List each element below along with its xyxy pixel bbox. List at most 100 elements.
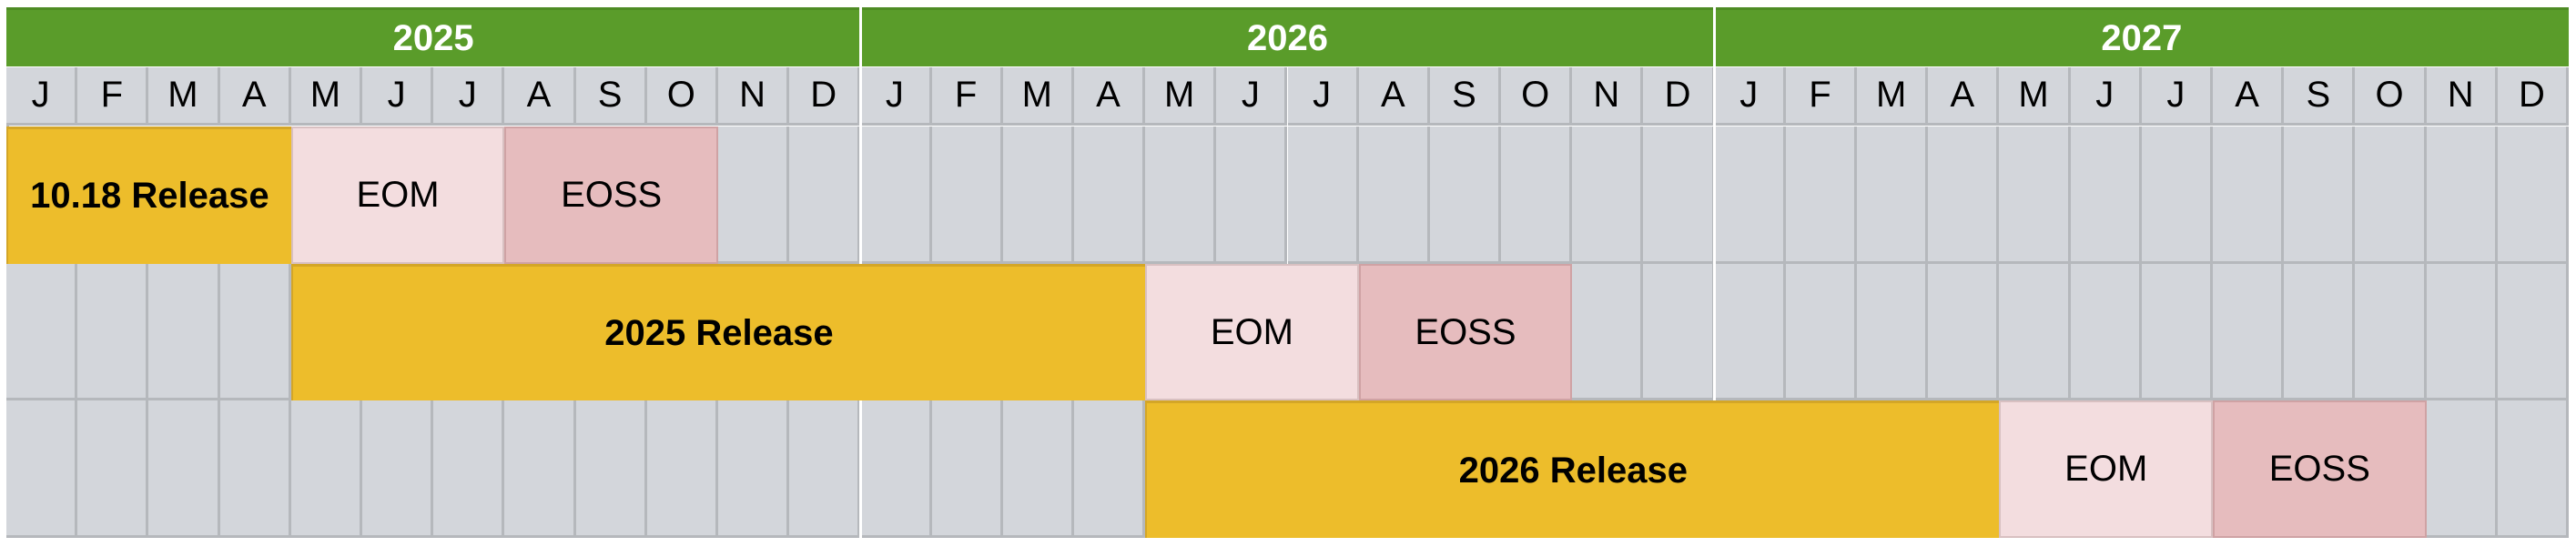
month-header: M bbox=[290, 67, 362, 126]
grid-cell bbox=[2070, 127, 2142, 264]
grid-cell bbox=[290, 400, 362, 539]
month-header: M bbox=[1999, 67, 2071, 126]
grid-cell bbox=[575, 400, 647, 539]
grid-cell bbox=[1073, 127, 1146, 264]
grid-cell bbox=[789, 127, 861, 264]
month-header: A bbox=[219, 67, 291, 126]
month-header: S bbox=[1429, 67, 1502, 126]
month-header: M bbox=[148, 67, 220, 126]
grid-cell bbox=[2070, 263, 2142, 401]
month-header: F bbox=[931, 67, 1003, 126]
grid-cell bbox=[77, 400, 149, 539]
month-header: A bbox=[1928, 67, 2000, 126]
grid-cell bbox=[1785, 263, 1858, 401]
grid-cell bbox=[931, 127, 1003, 264]
grid-cell bbox=[2213, 263, 2285, 401]
month-header: J bbox=[1714, 67, 1786, 126]
grid-cell bbox=[1002, 400, 1074, 539]
grid-cell bbox=[860, 127, 932, 264]
grid-cell bbox=[2426, 127, 2498, 264]
release-bar: 2026 Release bbox=[1145, 400, 2000, 539]
month-header: A bbox=[504, 67, 576, 126]
grid-cell bbox=[219, 400, 291, 539]
eoss-bar: EOSS bbox=[2213, 400, 2427, 539]
month-header: M bbox=[1857, 67, 1929, 126]
month-header: J bbox=[6, 67, 78, 126]
grid-cell bbox=[1999, 127, 2071, 264]
eoss-bar: EOSS bbox=[1358, 263, 1573, 401]
month-header: D bbox=[789, 67, 861, 126]
grid-cell bbox=[2284, 263, 2356, 401]
grid-cell bbox=[1785, 127, 1858, 264]
eom-bar: EOM bbox=[290, 127, 505, 264]
release-timeline-chart: 2025 J F M A M J J A S O N D 2026 J F M A M J J A S O N D 2027 J F M A… bbox=[6, 7, 2569, 539]
month-header: D bbox=[1643, 67, 1715, 126]
month-header: A bbox=[1358, 67, 1430, 126]
grid-cell bbox=[219, 263, 291, 401]
grid-cell bbox=[1857, 127, 1929, 264]
grid-cell bbox=[1928, 127, 2000, 264]
grid-cell bbox=[2426, 400, 2498, 539]
grid-cell bbox=[2355, 127, 2427, 264]
grid-cell bbox=[1073, 400, 1146, 539]
month-header: J bbox=[433, 67, 505, 126]
grid-cell bbox=[1287, 127, 1359, 264]
month-header: S bbox=[2284, 67, 2356, 126]
grid-cell bbox=[148, 400, 220, 539]
month-header: A bbox=[2213, 67, 2285, 126]
grid-cell bbox=[646, 400, 718, 539]
grid-cell bbox=[1857, 263, 1929, 401]
grid-cell bbox=[1145, 127, 1217, 264]
month-header: J bbox=[361, 67, 434, 126]
year-header: 2025 bbox=[6, 7, 861, 66]
grid-cell bbox=[717, 127, 790, 264]
grid-cell bbox=[361, 400, 434, 539]
month-header: S bbox=[575, 67, 647, 126]
grid-cell bbox=[148, 263, 220, 401]
release-bar: 2025 Release bbox=[290, 263, 1146, 401]
month-header: D bbox=[2497, 67, 2569, 126]
month-header: J bbox=[1287, 67, 1359, 126]
grid-cell bbox=[2426, 263, 2498, 401]
grid-cell bbox=[2141, 127, 2214, 264]
grid-cell bbox=[789, 400, 861, 539]
grid-cell bbox=[2213, 127, 2285, 264]
year-header: 2026 bbox=[860, 7, 1715, 66]
month-header: J bbox=[860, 67, 932, 126]
month-header: J bbox=[2141, 67, 2214, 126]
year-header: 2027 bbox=[1714, 7, 2569, 66]
grid-cell bbox=[717, 400, 790, 539]
grid-cell bbox=[1714, 127, 1786, 264]
grid-cell bbox=[1002, 127, 1074, 264]
month-header: J bbox=[1216, 67, 1288, 126]
month-header: N bbox=[717, 67, 790, 126]
month-header: O bbox=[1501, 67, 1573, 126]
month-header: F bbox=[1785, 67, 1858, 126]
month-header: J bbox=[2070, 67, 2142, 126]
grid-cell bbox=[504, 400, 576, 539]
grid-cell bbox=[6, 400, 78, 539]
month-header: O bbox=[2355, 67, 2427, 126]
grid-cell bbox=[1643, 127, 1715, 264]
month-header: M bbox=[1002, 67, 1074, 126]
grid-cell bbox=[6, 263, 78, 401]
month-header: A bbox=[1073, 67, 1146, 126]
grid-cell bbox=[77, 263, 149, 401]
month-header: F bbox=[77, 67, 149, 126]
grid-cell bbox=[1928, 263, 2000, 401]
eom-bar: EOM bbox=[1999, 400, 2214, 539]
grid-cell bbox=[2284, 127, 2356, 264]
month-header: O bbox=[646, 67, 718, 126]
grid-cell bbox=[2497, 127, 2569, 264]
grid-cell bbox=[1714, 263, 1786, 401]
grid-cell bbox=[2497, 400, 2569, 539]
grid-cell bbox=[1572, 263, 1644, 401]
eom-bar: EOM bbox=[1145, 263, 1359, 401]
grid-cell bbox=[2497, 263, 2569, 401]
grid-cell bbox=[1216, 127, 1288, 264]
month-header: N bbox=[1572, 67, 1644, 126]
eoss-bar: EOSS bbox=[504, 127, 718, 264]
release-bar: 10.18 Release bbox=[6, 127, 291, 264]
grid-cell bbox=[1999, 263, 2071, 401]
grid-cell bbox=[1429, 127, 1502, 264]
